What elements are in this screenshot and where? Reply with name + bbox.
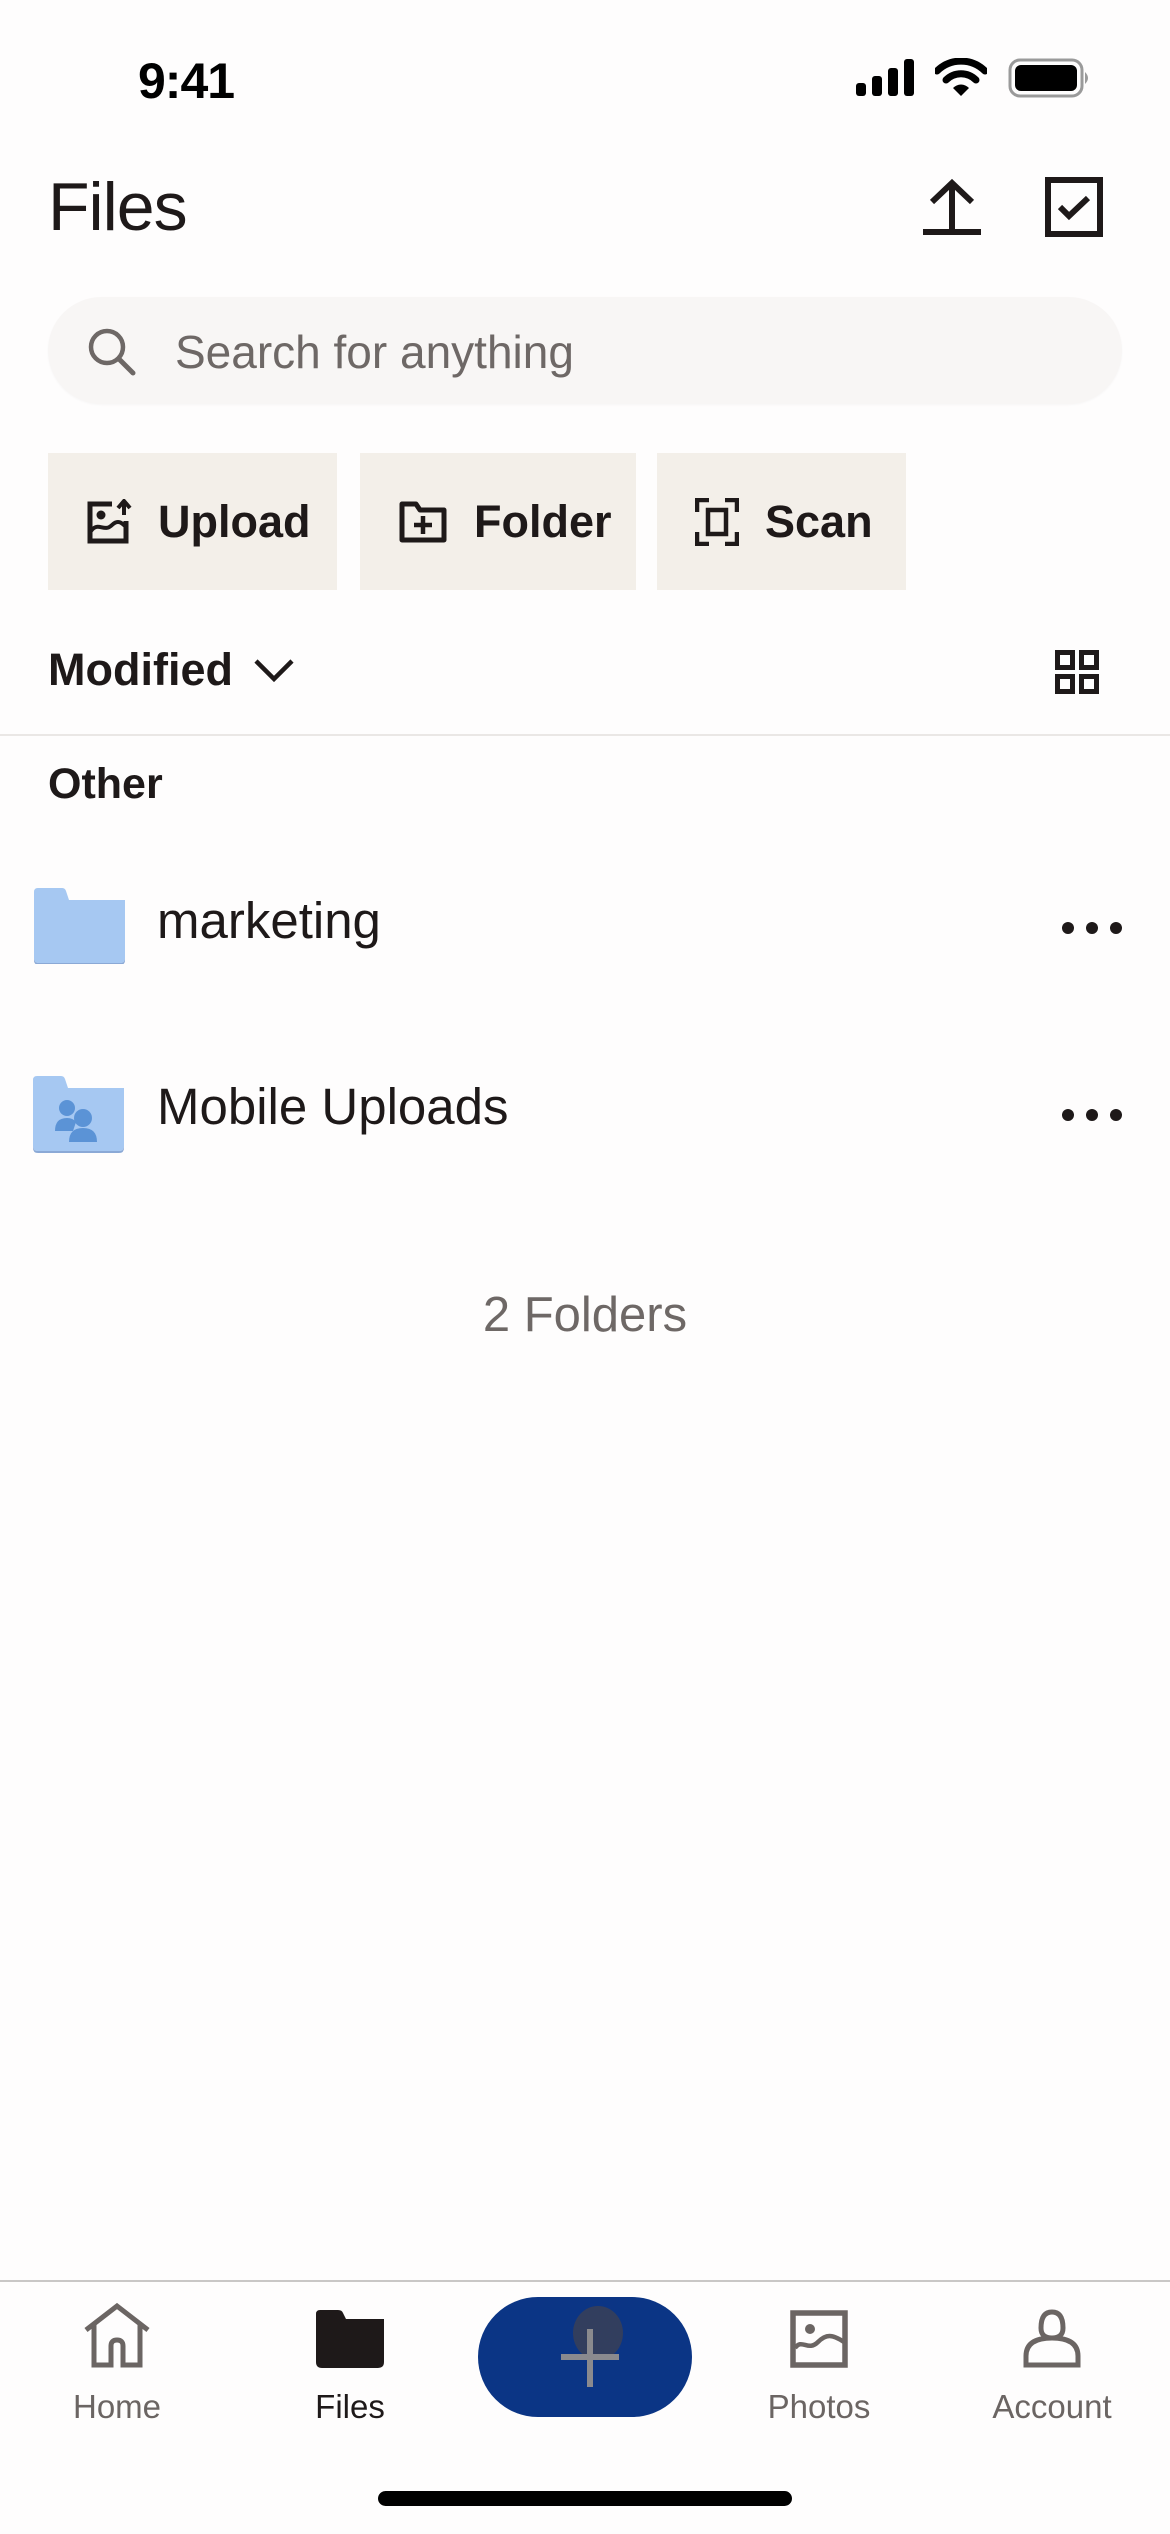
scan-button[interactable]: Scan [657,453,906,590]
shared-folder-icon [33,1076,124,1153]
item-name: Mobile Uploads [157,1078,509,1135]
more-dot [1062,922,1074,934]
tab-label: Files [315,2388,385,2425]
more-dot [1110,1109,1122,1121]
more-dot [1086,1109,1098,1121]
photos-icon [790,2310,848,2368]
sort-label: Modified [48,644,233,695]
upload-icon[interactable] [920,178,984,238]
folder-count: 2 Folders [482,1288,688,1342]
folder-icon [34,888,125,964]
more-options-button[interactable] [1062,913,1122,943]
search-icon [88,328,136,376]
tab-label: Photos [767,2388,871,2425]
tab-home[interactable]: Home [17,2298,217,2428]
folder-button-label: Folder [474,495,612,547]
upload-button-label: Upload [158,495,311,547]
create-folder-icon [399,501,447,542]
search-placeholder: Search for anything [175,326,574,378]
tab-label: Account [992,2388,1112,2425]
status-time: 9:41 [138,53,235,109]
plus-icon [561,2306,623,2387]
more-dot [1062,1109,1074,1121]
grid-view-icon[interactable] [1055,650,1099,694]
wifi-icon [935,58,987,96]
tab-account[interactable]: Account [952,2298,1152,2428]
scan-button-label: Scan [765,495,873,547]
account-icon [1023,2309,1081,2368]
page-title: Files [48,169,188,245]
battery-icon [1008,58,1088,98]
signal-icon [856,59,914,96]
folder-icon [316,2310,384,2368]
create-folder-button[interactable]: Folder [360,453,636,590]
tab-label: Home [72,2388,162,2425]
divider [0,734,1170,736]
more-dot [1086,922,1098,934]
more-dot [1110,922,1122,934]
upload-button[interactable]: Upload [48,453,337,590]
chevron-down-icon [254,659,294,683]
list-item[interactable]: Mobile Uploads [0,1040,1170,1185]
home-indicator [378,2491,792,2506]
scan-icon [695,497,739,546]
list-item[interactable]: marketing [0,855,1170,1000]
item-name: marketing [157,892,381,949]
upload-photo-icon [87,498,132,543]
home-icon [84,2302,150,2368]
sort-dropdown[interactable]: Modified [48,640,295,700]
create-fab-button[interactable] [478,2297,692,2417]
tab-files[interactable]: Files [250,2298,450,2428]
section-label: Other [48,760,163,808]
select-checkbox-icon[interactable] [1044,176,1104,238]
more-options-button[interactable] [1062,1100,1122,1130]
tab-photos[interactable]: Photos [719,2298,919,2428]
search-input[interactable]: Search for anything [48,297,1122,404]
